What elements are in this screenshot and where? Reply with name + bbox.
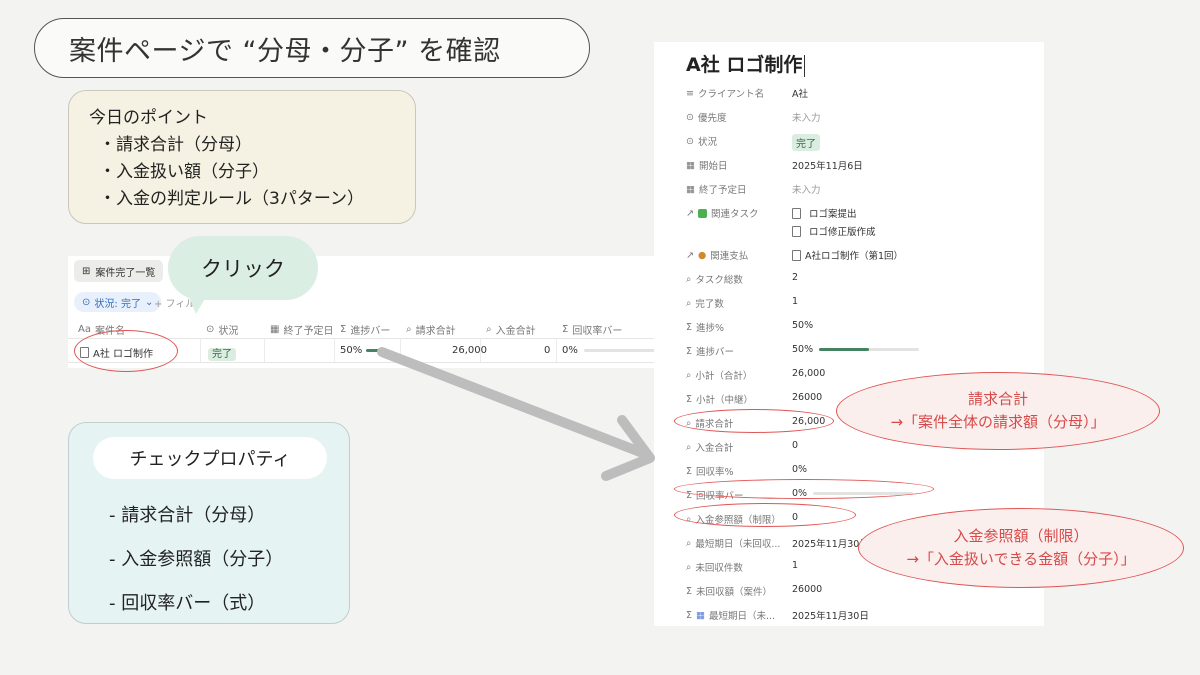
highlight-billing-total: [674, 409, 834, 433]
payment-callout-desc: →「入金扱いできる金額（分子）」: [906, 550, 1136, 568]
billing-callout-desc: →「案件全体の請求額（分母）」: [890, 413, 1106, 431]
payment-callout-title: 入金参照額（制限）: [953, 527, 1089, 545]
highlight-row-name: [74, 330, 178, 372]
billing-callout: 請求合計 →「案件全体の請求額（分母）」: [836, 372, 1160, 450]
billing-callout-title: 請求合計: [967, 390, 1028, 408]
payment-callout: 入金参照額（制限） →「入金扱いできる金額（分子）」: [858, 508, 1184, 588]
highlight-collection-bar: [674, 479, 934, 499]
highlight-payment-reference: [674, 503, 856, 527]
